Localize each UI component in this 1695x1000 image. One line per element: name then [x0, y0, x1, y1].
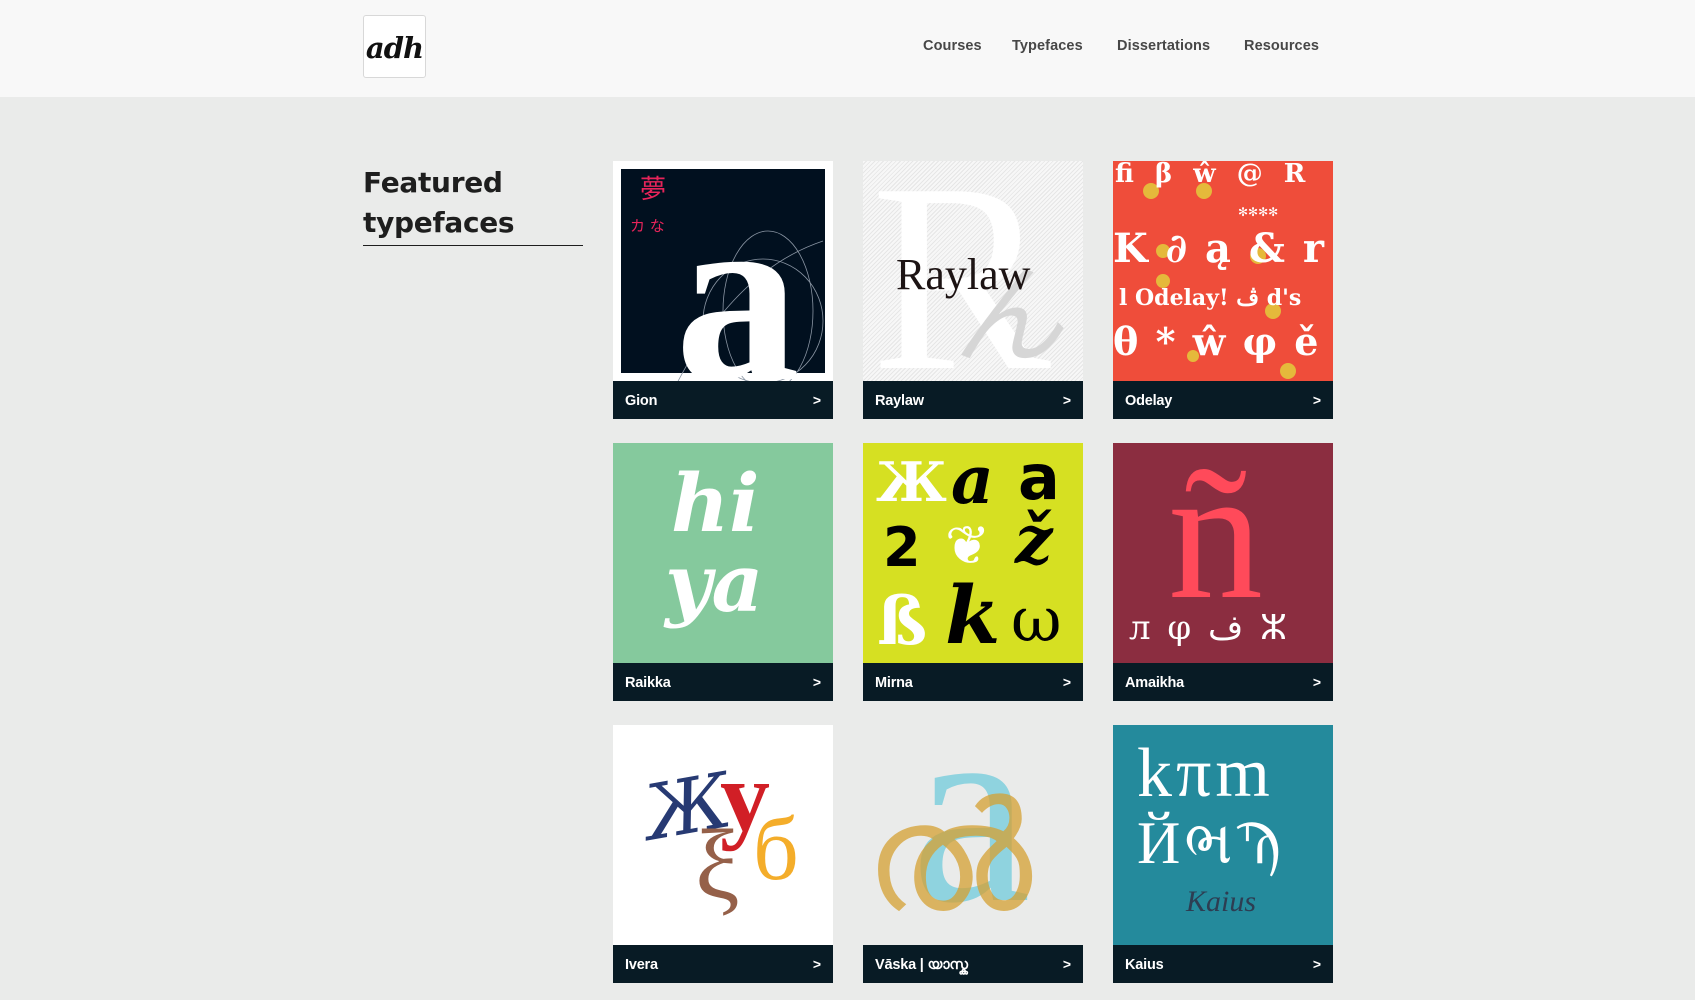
- mirna-glyph: ❦: [945, 514, 991, 577]
- typeface-name: Ivera: [625, 956, 658, 973]
- mirna-glyph: 2: [883, 516, 921, 579]
- ivera-glyph: ξ: [695, 809, 740, 920]
- section-heading: Featured typefaces: [363, 163, 583, 246]
- typeface-name: Gion: [625, 392, 658, 409]
- chevron-right-icon: >: [812, 956, 821, 972]
- card-label-bar: Mirna >: [863, 663, 1083, 701]
- typeface-card-amaikha[interactable]: ñ л φ ف ⵣ Amaikha >: [1113, 443, 1333, 701]
- chevron-right-icon: >: [1062, 956, 1071, 972]
- card-label-bar: Vāska | യാസ്ക >: [863, 945, 1083, 983]
- typeface-preview-odelay: ﬁ β ŵ @ R ✻✻✻✻ K ∂ ą & r 3/4 l Odelay! ڤ…: [1113, 161, 1333, 381]
- chevron-right-icon: >: [1312, 956, 1321, 972]
- odelay-glyph-row: K ∂ ą & r 3/4: [1113, 225, 1333, 272]
- typeface-card-raylaw[interactable]: R ん Raylaw Raylaw >: [863, 161, 1083, 419]
- site-logo[interactable]: adh: [363, 15, 426, 78]
- raylaw-wordmark: Raylaw: [896, 250, 1031, 299]
- nav-courses[interactable]: Courses: [923, 38, 982, 54]
- logo-text: adh: [365, 30, 424, 65]
- chevron-right-icon: >: [812, 674, 821, 690]
- typeface-card-mirna[interactable]: Ж a a 2 ❦ ž ß k ω Mirna >: [863, 443, 1083, 701]
- site-header: adh Courses Typefaces Dissertations Reso…: [0, 0, 1695, 97]
- typeface-preview-gion: 夢 カ な a: [613, 161, 833, 381]
- typeface-name: Amaikha: [1125, 674, 1185, 691]
- mirna-glyph: k: [945, 568, 1001, 662]
- typeface-name: Vāska | യാസ്ക: [875, 956, 968, 973]
- typeface-name: Mirna: [875, 674, 913, 691]
- typeface-name: Odelay: [1125, 392, 1173, 409]
- typeface-preview-kaius: kπm ЙભϠ Kaius: [1113, 725, 1333, 945]
- typeface-preview-vaska: a ൽ: [863, 725, 1083, 945]
- nav-typefaces[interactable]: Typefaces: [1012, 38, 1083, 54]
- card-label-bar: Kaius >: [1113, 945, 1333, 983]
- raikka-line-2: ya: [665, 536, 764, 630]
- n-tilde-glyph: ñ: [1168, 443, 1263, 639]
- kaius-glyph-row: kπm: [1137, 735, 1274, 812]
- typeface-card-gion[interactable]: 夢 カ な a Gion >: [613, 161, 833, 419]
- typeface-card-ivera[interactable]: Ж y ξ б Ivera >: [613, 725, 833, 983]
- card-label-bar: Odelay >: [1113, 381, 1333, 419]
- typeface-card-kaius[interactable]: kπm ЙભϠ Kaius Kaius >: [1113, 725, 1333, 983]
- card-label-bar: Amaikha >: [1113, 663, 1333, 701]
- malayalam-glyph: ൽ: [865, 771, 1033, 945]
- mirna-glyph: ω: [1011, 583, 1062, 656]
- chevron-right-icon: >: [1062, 674, 1071, 690]
- nav-dissertations[interactable]: Dissertations: [1117, 38, 1210, 54]
- card-label-bar: Ivera >: [613, 945, 833, 983]
- typeface-preview-amaikha: ñ л φ ف ⵣ: [1113, 443, 1333, 663]
- odelay-glyph-row: ✻✻✻✻: [1238, 205, 1279, 219]
- main-a-glyph: a: [675, 161, 800, 382]
- typeface-name: Kaius: [1125, 956, 1164, 973]
- odelay-glyph-row: ﬁ β ŵ @ R: [1115, 161, 1312, 189]
- chevron-right-icon: >: [1062, 392, 1071, 408]
- typeface-preview-raylaw: R ん Raylaw: [863, 161, 1083, 381]
- typeface-preview-ivera: Ж y ξ б: [613, 725, 833, 945]
- mirna-glyph: Ж: [876, 450, 947, 514]
- typeface-preview-mirna: Ж a a 2 ❦ ž ß k ω: [863, 443, 1083, 663]
- amaikha-script-row: л φ ف ⵣ: [1129, 608, 1287, 648]
- typeface-name: Raylaw: [875, 392, 924, 409]
- typeface-card-vaska[interactable]: a ൽ Vāska | യാസ്ക >: [863, 725, 1083, 983]
- heading-line-2: typefaces: [363, 206, 515, 239]
- mirna-glyph: a: [951, 443, 994, 519]
- mirna-glyph: a: [1018, 443, 1060, 514]
- odelay-glyph-row: θ * ŵ φ ě g š: [1113, 319, 1333, 364]
- heading-line-1: Featured: [363, 166, 503, 199]
- chevron-right-icon: >: [812, 392, 821, 408]
- card-label-bar: Raikka >: [613, 663, 833, 701]
- typeface-card-raikka[interactable]: hi ya Raikka >: [613, 443, 833, 701]
- kaius-wordmark: Kaius: [1186, 885, 1257, 918]
- chevron-right-icon: >: [1312, 674, 1321, 690]
- kaius-glyph-row: ЙભϠ: [1137, 810, 1285, 876]
- mirna-glyph: ž: [1015, 501, 1053, 579]
- card-label-bar: Gion >: [613, 381, 833, 419]
- odelay-glyph-row: l Odelay! ڤ d's: [1119, 285, 1302, 311]
- mirna-glyph: ß: [877, 582, 928, 660]
- chevron-right-icon: >: [1312, 392, 1321, 408]
- typeface-card-odelay[interactable]: ﬁ β ŵ @ R ✻✻✻✻ K ∂ ą & r 3/4 l Odelay! ڤ…: [1113, 161, 1333, 419]
- ivera-glyph: б: [753, 800, 799, 899]
- nav-resources[interactable]: Resources: [1244, 38, 1319, 54]
- raikka-line-1: hi: [671, 456, 760, 550]
- card-label-bar: Raylaw >: [863, 381, 1083, 419]
- typeface-preview-raikka: hi ya: [613, 443, 833, 663]
- typeface-name: Raikka: [625, 674, 671, 691]
